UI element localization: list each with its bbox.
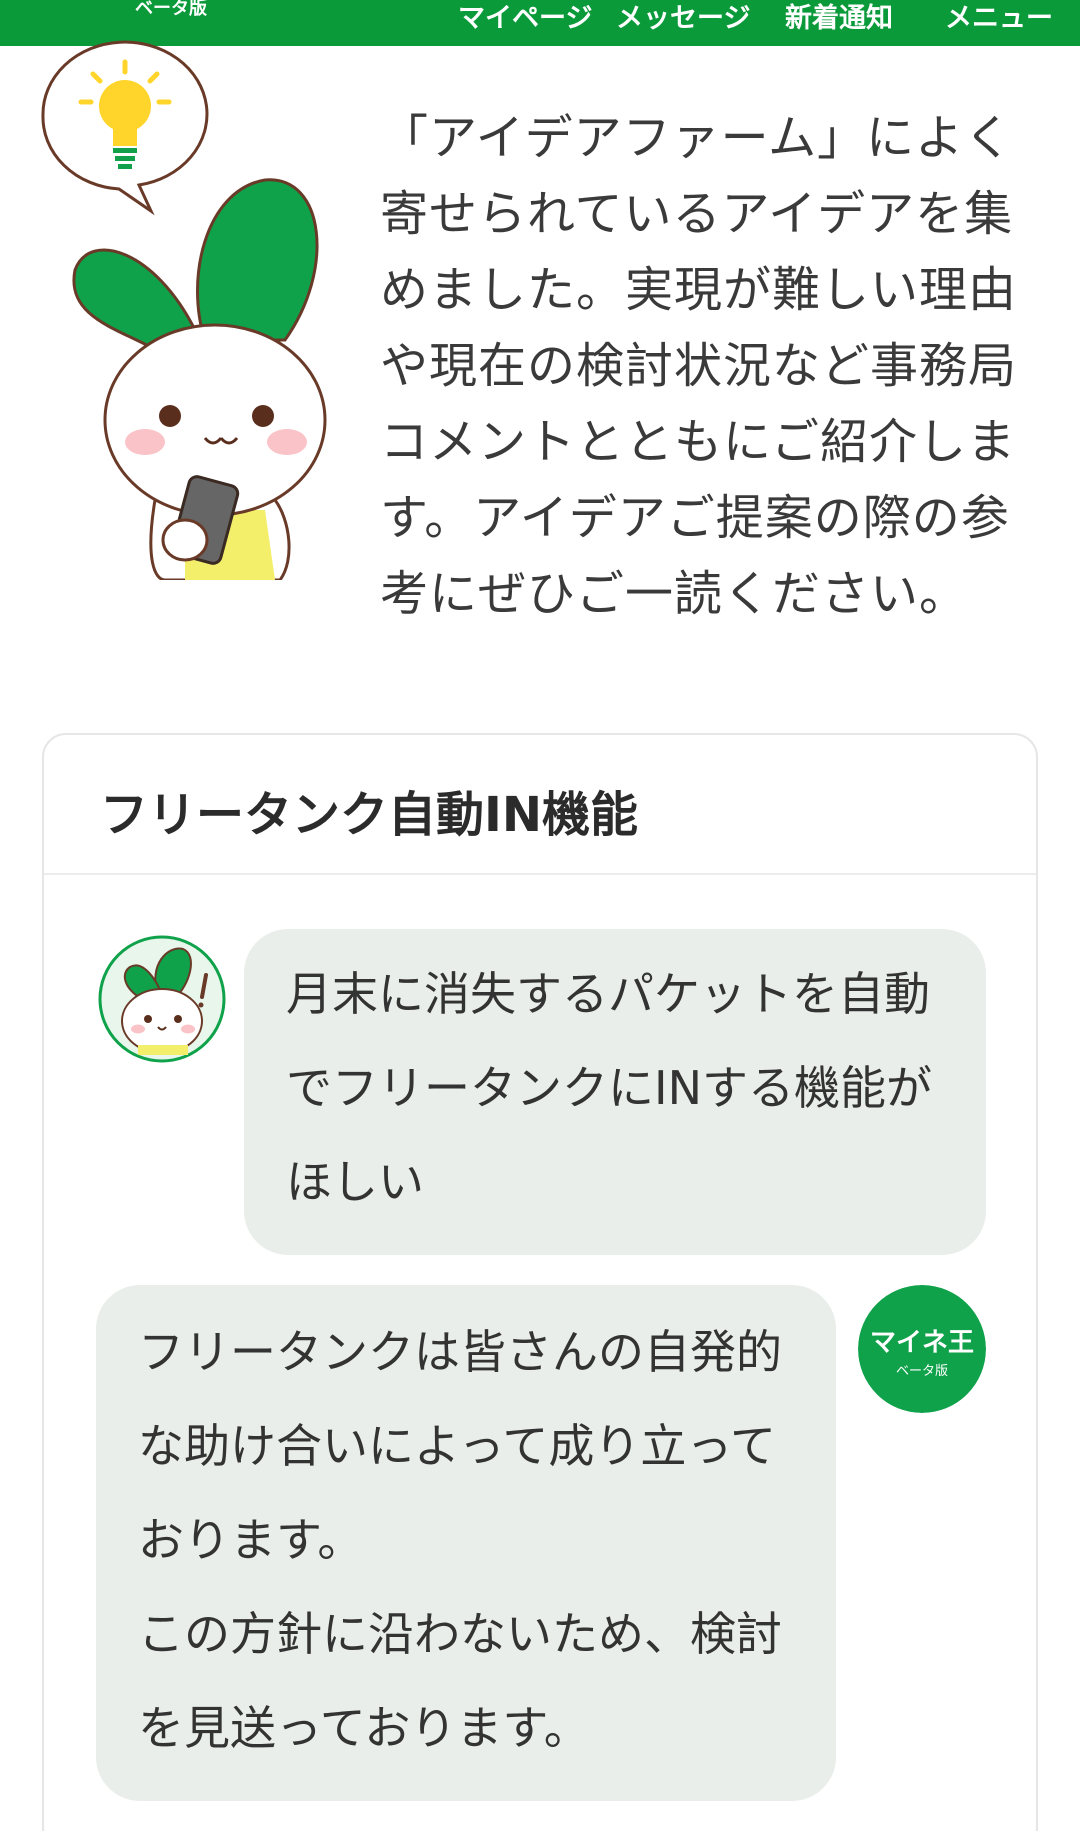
rabbit-avatar-icon bbox=[98, 935, 226, 1063]
card-title: フリータンク自動IN機能 bbox=[100, 787, 639, 843]
admin-reply-bubble: フリータンクは皆さんの自発的な助け合いによって成り立っております。 この方針に沿… bbox=[96, 1285, 836, 1801]
admin-avatar: マイネ王 ベータ版 bbox=[858, 1285, 986, 1413]
user-idea-bubble: 月末に消失するパケットを自動でフリータンクにINする機能がほしい bbox=[244, 929, 986, 1255]
admin-reply-text-1: フリータンクは皆さんの自発的な助け合いによって成り立っております。 bbox=[138, 1325, 782, 1567]
nav-notifications[interactable]: 新着通知 bbox=[785, 0, 893, 35]
nav-messages[interactable]: メッセージ bbox=[616, 0, 750, 35]
idea-card: フリータンク自動IN機能 月末に消失するパケットを自動でフリータンクにINする機… bbox=[42, 733, 1038, 1831]
rabbit-mascot-illustration bbox=[41, 40, 327, 580]
nav-menu[interactable]: メニュー bbox=[945, 0, 1053, 35]
user-idea-text: 月末に消失するパケットを自動でフリータンクにINする機能がほしい bbox=[286, 967, 932, 1209]
mineo-logo-icon: マイネ王 ベータ版 bbox=[858, 1285, 986, 1413]
nav-mypage[interactable]: マイページ bbox=[458, 0, 592, 35]
admin-logo-subtext: ベータ版 bbox=[896, 1364, 948, 1379]
admin-logo-text: マイネ王 bbox=[870, 1328, 974, 1358]
user-avatar bbox=[98, 935, 226, 1063]
intro-section: 「アイデアファーム」によく寄せられているアイデアを集めました。実現が難しい理由や… bbox=[0, 40, 1080, 696]
intro-description: 「アイデアファーム」によく寄せられているアイデアを集めました。実現が難しい理由や… bbox=[380, 110, 1018, 622]
beta-label: ベータ版 bbox=[135, 0, 207, 19]
lightbulb-icon bbox=[41, 40, 209, 216]
admin-reply-text-2: この方針に沿わないため、検討を見送っております。 bbox=[138, 1607, 782, 1755]
card-header: フリータンク自動IN機能 bbox=[44, 735, 1036, 875]
